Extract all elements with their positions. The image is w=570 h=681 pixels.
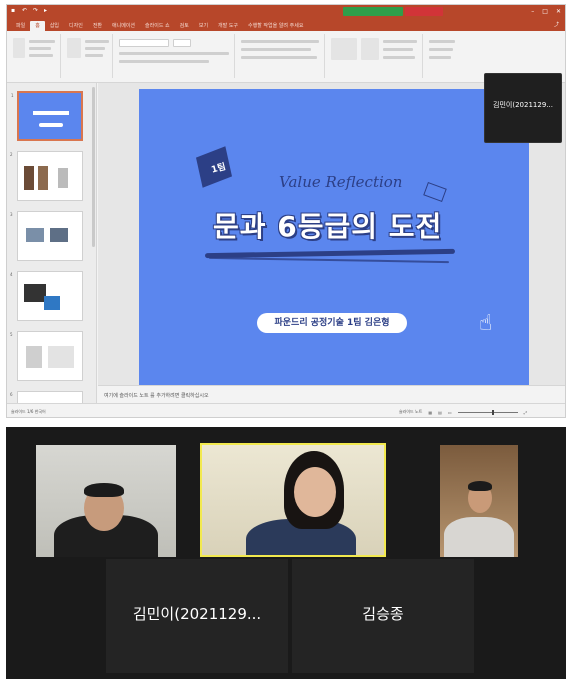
tab-file[interactable]: 파일 (11, 21, 30, 31)
share-icon[interactable]: ⤴ (554, 21, 559, 28)
participant-display-name: 김민이(2021129... (132, 605, 262, 623)
close-icon[interactable]: ✕ (556, 8, 561, 15)
zoom-slider[interactable] (457, 409, 518, 415)
slide-thumbnail-pane: 1 2 3 4 5 6 (7, 83, 97, 405)
new-slide-button[interactable] (67, 38, 81, 58)
undo-icon[interactable]: ↶ (22, 8, 28, 14)
ribbon-group-paragraph (237, 34, 325, 78)
slide-title: 문과 6등급의 도전 (213, 210, 443, 243)
participant-name-tile[interactable]: 김승종 (292, 559, 474, 673)
minimize-icon[interactable]: – (531, 8, 534, 15)
shapes-gallery[interactable] (331, 38, 357, 60)
font-name-select[interactable] (119, 39, 169, 47)
arrange-button[interactable] (361, 38, 379, 60)
present-icon[interactable]: ▸ (44, 8, 50, 14)
ribbon (7, 31, 565, 83)
slide-thumbnail[interactable]: 5 (10, 331, 83, 381)
tab-review[interactable]: 검토 (175, 21, 194, 31)
meeting-indicator[interactable] (343, 7, 403, 16)
slide-thumbnail[interactable]: 4 (10, 271, 83, 321)
underline-swoosh (209, 256, 449, 264)
save-icon[interactable]: ▪ (11, 8, 17, 14)
slide-counter: 슬라이드 1/6 한국어 (11, 409, 46, 414)
ribbon-group-slides (63, 34, 113, 78)
quick-access-toolbar: ▪ ↶ ↷ ▸ (11, 8, 50, 14)
tab-view[interactable]: 보기 (194, 21, 213, 31)
screenshot-root: ▪ ↶ ↷ ▸ – □ ✕ 파일 홈 삽입 디자인 전환 애니메이션 슬라이드 … (0, 0, 570, 681)
slide-thumbnail[interactable]: 3 (10, 211, 83, 261)
paste-button[interactable] (13, 38, 25, 58)
window-controls: – □ ✕ (531, 8, 561, 15)
reading-view-icon[interactable]: ▭ (448, 410, 452, 415)
tab-animations[interactable]: 애니메이션 (107, 21, 140, 31)
title-bar: ▪ ↶ ↷ ▸ – □ ✕ (7, 5, 565, 19)
slide-thumbnail[interactable]: 2 (10, 151, 83, 201)
ribbon-group-editing (425, 34, 465, 78)
fit-window-icon[interactable]: ⤢ (524, 410, 527, 415)
ribbon-group-drawing (327, 34, 423, 78)
normal-view-icon[interactable]: ▦ (428, 410, 432, 415)
slide-thumbnail[interactable]: 1 (11, 91, 83, 141)
participant-video[interactable] (440, 445, 518, 557)
participant-name: 김민이(2021129... (493, 101, 553, 109)
participant-video[interactable] (36, 445, 176, 557)
tab-developer[interactable]: 개발 도구 (213, 21, 243, 31)
powerpoint-window: ▪ ↶ ↷ ▸ – □ ✕ 파일 홈 삽입 디자인 전환 애니메이션 슬라이드 … (6, 4, 566, 418)
tab-slideshow[interactable]: 슬라이드 쇼 (140, 21, 175, 31)
notes-pane[interactable]: 여기에 슬라이드 노트 를 추가하려면 클릭하십시오 (98, 385, 565, 403)
participant-display-name: 김승종 (362, 605, 404, 623)
thumbnail-scrollbar[interactable] (92, 87, 95, 247)
zoom-gallery-window: 김민이(2021129... 김승종 (6, 427, 566, 679)
tab-home[interactable]: 홈 (30, 21, 45, 31)
redo-icon[interactable]: ↷ (33, 8, 39, 14)
current-slide[interactable]: 1팀 Value Reflection 문과 6등급의 도전 파운드리 공정기술… (139, 89, 529, 389)
notes-toggle[interactable]: 슬라이드 노트 (399, 409, 422, 415)
tab-design[interactable]: 디자인 (64, 21, 88, 31)
ribbon-group-clipboard (9, 34, 61, 78)
maximize-icon[interactable]: □ (542, 8, 548, 15)
status-bar: 슬라이드 1/6 한국어 슬라이드 노트 ▦ ▤ ▭ ⤢ (7, 403, 565, 417)
tab-transitions[interactable]: 전환 (88, 21, 107, 31)
tab-insert[interactable]: 삽입 (45, 21, 64, 31)
pointing-hand-icon: ☝ (479, 311, 493, 336)
sorter-view-icon[interactable]: ▤ (438, 410, 442, 415)
participant-video-active-speaker[interactable] (200, 443, 386, 557)
tell-me-search[interactable]: 수행할 작업을 알려 주세요 (243, 21, 308, 31)
presenter-pill: 파운드리 공정기술 1팀 김은형 (257, 313, 407, 333)
font-size-select[interactable] (173, 39, 191, 47)
participant-name-tile[interactable]: 김민이(2021129... (106, 559, 288, 673)
recording-indicator[interactable] (405, 7, 443, 16)
triangle-deco-icon (423, 182, 447, 202)
slide-subtitle: Value Reflection (279, 173, 403, 191)
ribbon-tabs: 파일 홈 삽입 디자인 전환 애니메이션 슬라이드 쇼 검토 보기 개발 도구 … (7, 19, 565, 31)
zoom-floating-video[interactable]: 김민이(2021129... (484, 73, 562, 143)
ribbon-group-font (115, 34, 235, 78)
